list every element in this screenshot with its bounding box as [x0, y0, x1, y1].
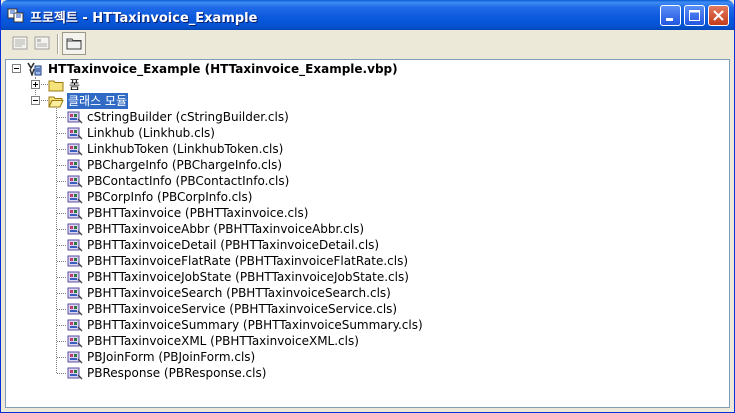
tree-connector — [57, 309, 66, 310]
class-module-icon — [67, 367, 83, 380]
class-module-label: PBHTTaxinvoiceFlatRate (PBHTTaxinvoiceFl… — [87, 254, 409, 268]
collapse-toggle[interactable] — [31, 96, 40, 105]
maximize-button[interactable] — [684, 5, 705, 26]
tree-connector — [57, 165, 66, 166]
maximize-icon — [689, 10, 700, 21]
class-module-label: PBHTTaxinvoiceDetail (PBHTTaxinvoiceDeta… — [87, 238, 380, 252]
class-module-label: PBHTTaxinvoice (PBHTTaxinvoice.cls) — [87, 206, 309, 220]
expand-toggle[interactable] — [31, 80, 40, 89]
tree-connector — [57, 197, 66, 198]
close-icon — [713, 10, 724, 21]
class-module-label: cStringBuilder (cStringBuilder.cls) — [87, 110, 289, 124]
tree-connector — [57, 261, 66, 262]
tree-class-module-item[interactable]: PBHTTaxinvoiceDetail (PBHTTaxinvoiceDeta… — [6, 237, 726, 253]
tree-folder-class-modules[interactable]: 클래스 모듈 — [6, 93, 726, 109]
toggle-folders-button[interactable] — [62, 32, 86, 55]
close-button[interactable] — [708, 5, 729, 26]
toolbar — [4, 30, 731, 58]
class-module-icon — [67, 239, 83, 252]
tree-connector — [57, 117, 66, 118]
tree-class-module-item[interactable]: PBHTTaxinvoiceFlatRate (PBHTTaxinvoiceFl… — [6, 253, 726, 269]
tree-class-module-item[interactable]: Linkhub (Linkhub.cls) — [6, 125, 726, 141]
tree-connector — [57, 325, 66, 326]
class-module-icon — [67, 111, 83, 124]
class-module-icon — [67, 335, 83, 348]
view-code-icon[interactable] — [12, 36, 28, 50]
class-module-label: PBHTTaxinvoiceAbbr (PBHTTaxinvoiceAbbr.c… — [87, 222, 365, 236]
tree-class-module-item[interactable]: PBResponse (PBResponse.cls) — [6, 365, 726, 381]
class-module-icon — [67, 351, 83, 364]
class-module-label: PBCorpInfo (PBCorpInfo.cls) — [87, 190, 253, 204]
folder-icon — [48, 80, 64, 92]
toggle-folders-icon — [66, 38, 82, 50]
class-module-icon — [67, 207, 83, 220]
collapse-toggle[interactable] — [12, 64, 21, 73]
minimize-button[interactable] — [660, 5, 681, 26]
tree-connector — [57, 229, 66, 230]
tree-class-module-item[interactable]: PBChargeInfo (PBChargeInfo.cls) — [6, 157, 726, 173]
class-module-icon — [67, 319, 83, 332]
class-module-label: Linkhub (Linkhub.cls) — [87, 126, 215, 140]
class-module-label: PBHTTaxinvoiceService (PBHTTaxinvoiceSer… — [87, 302, 398, 316]
tree-connector — [57, 149, 66, 150]
tree-folder-label: 클래스 모듈 — [67, 93, 129, 109]
class-module-icon — [67, 287, 83, 300]
class-module-label: PBHTTaxinvoiceXML (PBHTTaxinvoiceXML.cls… — [87, 334, 359, 348]
tree-connector — [57, 357, 66, 358]
tree-class-module-item[interactable]: PBHTTaxinvoice (PBHTTaxinvoice.cls) — [6, 205, 726, 221]
class-module-icon — [67, 143, 83, 156]
minimize-icon — [666, 18, 673, 21]
tree-root-node[interactable]: HTTaxinvoice_Example (HTTaxinvoice_Examp… — [6, 61, 726, 77]
tree-connector — [57, 293, 66, 294]
class-module-icon — [67, 159, 83, 172]
tree-class-module-item[interactable]: PBJoinForm (PBJoinForm.cls) — [6, 349, 726, 365]
tree-connector — [57, 181, 66, 182]
tree-folder-label: 폼 — [69, 78, 81, 92]
tree-root-label: HTTaxinvoice_Example (HTTaxinvoice_Examp… — [48, 62, 398, 76]
class-module-label: PBHTTaxinvoiceSearch (PBHTTaxinvoiceSear… — [87, 286, 391, 300]
class-module-icon — [67, 223, 83, 236]
tree-connector — [57, 373, 66, 374]
tree-class-module-item[interactable]: PBHTTaxinvoiceAbbr (PBHTTaxinvoiceAbbr.c… — [6, 221, 726, 237]
tree-class-module-item[interactable]: PBHTTaxinvoiceJobState (PBHTTaxinvoiceJo… — [6, 269, 726, 285]
project-explorer-window: 프로젝트 - HTTaxinvoice_Example HTTaxinvoice… — [0, 0, 735, 413]
class-module-label: PBChargeInfo (PBChargeInfo.cls) — [87, 158, 283, 172]
open-folder-icon — [48, 96, 64, 108]
tree-connector — [57, 245, 66, 246]
window-title: 프로젝트 - HTTaxinvoice_Example — [30, 11, 258, 26]
tree-folder-forms[interactable]: 폼 — [6, 77, 726, 93]
class-module-label: PBHTTaxinvoiceSummary (PBHTTaxinvoiceSum… — [87, 318, 423, 332]
project-tree[interactable]: HTTaxinvoice_Example (HTTaxinvoice_Examp… — [5, 59, 730, 408]
tree-connector — [57, 213, 66, 214]
class-module-icon — [67, 127, 83, 140]
tree-class-module-item[interactable]: PBHTTaxinvoiceSummary (PBHTTaxinvoiceSum… — [6, 317, 726, 333]
class-module-label: PBResponse (PBResponse.cls) — [87, 366, 267, 380]
tree-connector — [57, 277, 66, 278]
tree-connector — [57, 341, 66, 342]
project-explorer-icon — [7, 8, 24, 23]
vb-project-icon — [27, 62, 42, 76]
toolbar-separator — [57, 34, 59, 54]
class-module-icon — [67, 303, 83, 316]
class-module-label: LinkhubToken (LinkhubToken.cls) — [87, 142, 284, 156]
tree-class-module-item[interactable]: PBHTTaxinvoiceXML (PBHTTaxinvoiceXML.cls… — [6, 333, 726, 349]
tree-class-module-item[interactable]: PBCorpInfo (PBCorpInfo.cls) — [6, 189, 726, 205]
class-module-label: PBJoinForm (PBJoinForm.cls) — [87, 350, 256, 364]
class-module-label: PBHTTaxinvoiceJobState (PBHTTaxinvoiceJo… — [87, 270, 409, 284]
tree-class-module-item[interactable]: PBHTTaxinvoiceSearch (PBHTTaxinvoiceSear… — [6, 285, 726, 301]
tree-class-module-item[interactable]: cStringBuilder (cStringBuilder.cls) — [6, 109, 726, 125]
class-module-icon — [67, 255, 83, 268]
tree-class-module-item[interactable]: PBHTTaxinvoiceService (PBHTTaxinvoiceSer… — [6, 301, 726, 317]
class-module-icon — [67, 191, 83, 204]
class-module-icon — [67, 271, 83, 284]
title-bar[interactable]: 프로젝트 - HTTaxinvoice_Example — [1, 0, 734, 30]
class-module-icon — [67, 175, 83, 188]
class-module-label: PBContactInfo (PBContactInfo.cls) — [87, 174, 290, 188]
tree-class-module-item[interactable]: PBContactInfo (PBContactInfo.cls) — [6, 173, 726, 189]
tree-connector — [57, 133, 66, 134]
view-object-icon[interactable] — [34, 36, 50, 50]
tree-class-module-item[interactable]: LinkhubToken (LinkhubToken.cls) — [6, 141, 726, 157]
